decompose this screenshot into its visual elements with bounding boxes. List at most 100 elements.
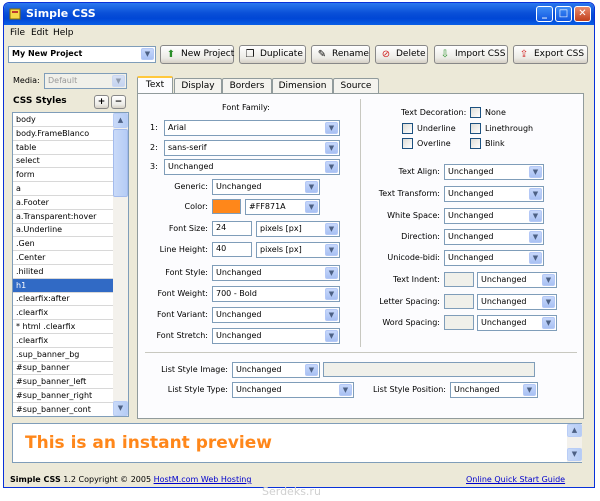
line-height-input[interactable]: 40 (212, 242, 252, 257)
menu-edit[interactable]: Edit (31, 28, 48, 38)
scroll-thumb[interactable] (113, 129, 128, 197)
text-align-select[interactable]: Unchanged ▼ (444, 164, 544, 180)
style-list-item[interactable]: form (13, 168, 113, 183)
list-style-image-url-input[interactable] (323, 362, 535, 377)
text-indent-select[interactable]: Unchanged ▼ (477, 272, 557, 288)
list-style-image-select[interactable]: Unchanged ▼ (232, 362, 320, 378)
font-family-1-select[interactable]: Arial ▼ (164, 120, 340, 136)
tab-source[interactable]: Source (333, 78, 379, 93)
export-icon: ⇪ (519, 49, 529, 60)
tab-display[interactable]: Display (174, 78, 222, 93)
style-list-item[interactable]: .clearfix (13, 306, 113, 321)
font-stretch-select[interactable]: Unchanged ▼ (212, 328, 340, 344)
font-size-unit-select[interactable]: pixels [px] ▼ (256, 221, 340, 237)
style-list-item[interactable]: a.Footer (13, 196, 113, 210)
font-family-3-select[interactable]: Unchanged ▼ (164, 159, 340, 175)
tab-text[interactable]: Text (137, 76, 173, 94)
style-list-item[interactable]: a (13, 182, 113, 196)
new-project-button[interactable]: ⬆ New Project (160, 45, 234, 64)
style-list-item[interactable]: h1 (13, 278, 113, 293)
export-css-button[interactable]: ⇪ Export CSS (513, 45, 588, 64)
add-style-button[interactable]: + (94, 95, 109, 109)
delete-icon: ⊘ (381, 49, 391, 60)
font-style-select[interactable]: Unchanged ▼ (212, 265, 340, 281)
style-list-item[interactable]: a.Transparent:hover (13, 210, 113, 224)
style-list-item[interactable]: .hilited (13, 265, 113, 279)
scroll-down-icon[interactable]: ▼ (567, 448, 582, 461)
minimize-button[interactable]: _ (536, 6, 553, 22)
style-list-item[interactable]: body.FrameBlanco (13, 127, 113, 141)
chevron-down-icon: ▼ (325, 244, 338, 256)
chevron-down-icon: ▼ (339, 384, 352, 396)
title-bar[interactable]: Simple CSS _ □ ✕ (4, 3, 594, 25)
project-select[interactable]: My New Project ▼ (8, 46, 156, 63)
style-list-item[interactable]: .sup_banner_bg (13, 348, 113, 362)
font-family-1-value: Arial (168, 123, 187, 132)
style-list-item[interactable]: a.Underline (13, 223, 113, 238)
font-size-input[interactable]: 24 (212, 221, 252, 236)
white-space-value: Unchanged (448, 211, 494, 220)
preview-scrollbar[interactable]: ▲ ▼ (567, 424, 582, 462)
decoration-overline-checkbox[interactable] (402, 138, 413, 149)
word-spacing-input[interactable] (444, 315, 474, 330)
remove-style-button[interactable]: − (111, 95, 126, 109)
style-list-item[interactable]: #sup_banner (13, 361, 113, 376)
text-transform-select[interactable]: Unchanged ▼ (444, 186, 544, 202)
hosting-link[interactable]: HostM.com Web Hosting (154, 475, 252, 484)
font-family-2-select[interactable]: sans-serif ▼ (164, 140, 340, 156)
color-value: #FF871A (249, 202, 286, 211)
duplicate-button[interactable]: ❐ Duplicate (239, 45, 306, 64)
decoration-none-checkbox[interactable] (470, 107, 481, 118)
rename-button[interactable]: ✎ Rename (311, 45, 370, 64)
style-list-item[interactable]: table (13, 141, 113, 155)
media-select[interactable]: Default ▼ (44, 73, 127, 89)
copyright-text: Simple CSS 1.2 Copyright © 2005 HostM.co… (10, 475, 251, 484)
scroll-down-icon[interactable]: ▼ (113, 401, 128, 416)
color-select[interactable]: #FF871A ▼ (245, 199, 320, 215)
maximize-button[interactable]: □ (555, 6, 572, 22)
tab-borders[interactable]: Borders (222, 78, 272, 93)
style-list-item[interactable]: #sup_banner_left (13, 375, 113, 390)
tab-dimension[interactable]: Dimension (272, 78, 333, 93)
font-style-label: Font Style: (165, 268, 208, 277)
color-swatch[interactable] (212, 199, 241, 214)
style-list-item[interactable]: .Gen (13, 237, 113, 252)
style-list-item[interactable]: #sup_banner_cont (13, 403, 113, 416)
style-list-item[interactable]: select (13, 154, 113, 169)
unicode-bidi-select[interactable]: Unchanged ▼ (444, 250, 544, 266)
font-variant-select[interactable]: Unchanged ▼ (212, 307, 340, 323)
style-list-item[interactable]: .clearfix:after (13, 292, 113, 307)
scroll-up-icon[interactable]: ▲ (113, 113, 128, 128)
decoration-linethrough-checkbox[interactable] (470, 123, 481, 134)
style-list-item[interactable]: #sup_banner_right (13, 389, 113, 403)
letter-spacing-select[interactable]: Unchanged ▼ (477, 294, 557, 310)
scroll-up-icon[interactable]: ▲ (567, 424, 582, 437)
decoration-underline-checkbox[interactable] (402, 123, 413, 134)
style-list-item[interactable]: body (13, 113, 113, 127)
style-list-item[interactable]: .clearfix (13, 334, 113, 348)
styles-scrollbar[interactable]: ▲ ▼ (113, 113, 128, 416)
text-indent-input[interactable] (444, 272, 474, 287)
delete-button[interactable]: ⊘ Delete (375, 45, 428, 64)
generic-label: Generic: (174, 182, 208, 191)
letter-spacing-input[interactable] (444, 294, 474, 309)
chevron-down-icon: ▼ (325, 330, 338, 342)
line-height-unit-select[interactable]: pixels [px] ▼ (256, 242, 340, 258)
list-style-type-select[interactable]: Unchanged ▼ (232, 382, 354, 398)
list-style-type-value: Unchanged (236, 385, 282, 394)
generic-select[interactable]: Unchanged ▼ (212, 179, 320, 195)
close-button[interactable]: ✕ (574, 6, 591, 22)
import-css-button[interactable]: ⇩ Import CSS (434, 45, 508, 64)
font-weight-select[interactable]: 700 - Bold ▼ (212, 286, 340, 302)
style-list-item[interactable]: .Center (13, 251, 113, 265)
text-indent-value: Unchanged (481, 275, 527, 284)
white-space-select[interactable]: Unchanged ▼ (444, 208, 544, 224)
style-list-item[interactable]: * html .clearfix (13, 320, 113, 334)
quick-start-guide-link[interactable]: Online Quick Start Guide (466, 475, 565, 484)
list-style-position-select[interactable]: Unchanged ▼ (450, 382, 538, 398)
word-spacing-select[interactable]: Unchanged ▼ (477, 315, 557, 331)
menu-help[interactable]: Help (53, 28, 74, 38)
direction-select[interactable]: Unchanged ▼ (444, 229, 544, 245)
menu-file[interactable]: File (10, 28, 25, 38)
decoration-blink-checkbox[interactable] (470, 138, 481, 149)
